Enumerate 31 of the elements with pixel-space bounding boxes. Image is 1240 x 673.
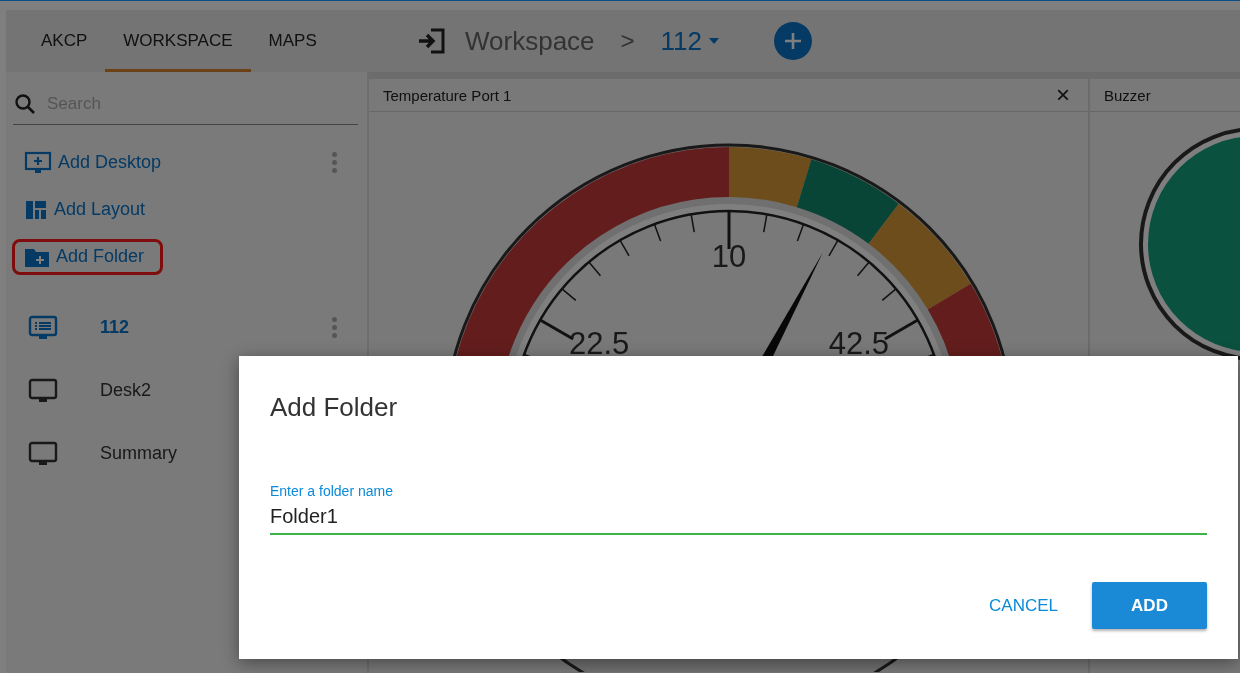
gauge-label: 22.5: [568, 326, 630, 361]
widget-title: Buzzer: [1104, 86, 1151, 104]
gauge-label: 10: [711, 239, 747, 274]
nav-tab[interactable]: AKCP: [23, 10, 106, 72]
login-arrow-icon[interactable]: [417, 28, 447, 54]
monitor-icon: [28, 377, 58, 404]
widget-title: Temperature Port 1: [383, 86, 512, 104]
desktop-dropdown[interactable]: 112: [660, 25, 721, 57]
desktop-item[interactable]: 112: [6, 314, 130, 341]
sidebar-action[interactable]: Add Layout: [12, 191, 165, 228]
plus-icon: [784, 32, 803, 50]
add-button[interactable]: ADD: [1092, 582, 1207, 629]
breadcrumb-link[interactable]: Workspace: [465, 25, 595, 57]
desktop-item[interactable]: Summary: [6, 440, 177, 467]
dialog-title: Add Folder: [270, 392, 399, 423]
gauge-label: 42.5: [828, 326, 890, 361]
add-button[interactable]: [774, 22, 813, 60]
sidebar-action[interactable]: Add Folder: [12, 238, 164, 275]
monitor-plus-icon: [24, 150, 52, 175]
desktop-item[interactable]: Desk2: [6, 377, 152, 404]
cancel-button[interactable]: CANCEL: [987, 582, 1060, 629]
nav-tab[interactable]: MAPS: [250, 10, 335, 72]
breadcrumb-separator: >: [620, 27, 635, 55]
sidebar-action[interactable]: Add Desktop: [12, 143, 181, 182]
close-button[interactable]: ×: [1052, 81, 1074, 109]
field-label: Enter a folder name: [270, 483, 394, 499]
monitor-list-icon: [28, 314, 58, 341]
monitor-icon: [28, 440, 58, 467]
caret-icon: [708, 37, 721, 45]
search-icon: [13, 92, 37, 116]
layout-icon: [24, 198, 48, 221]
